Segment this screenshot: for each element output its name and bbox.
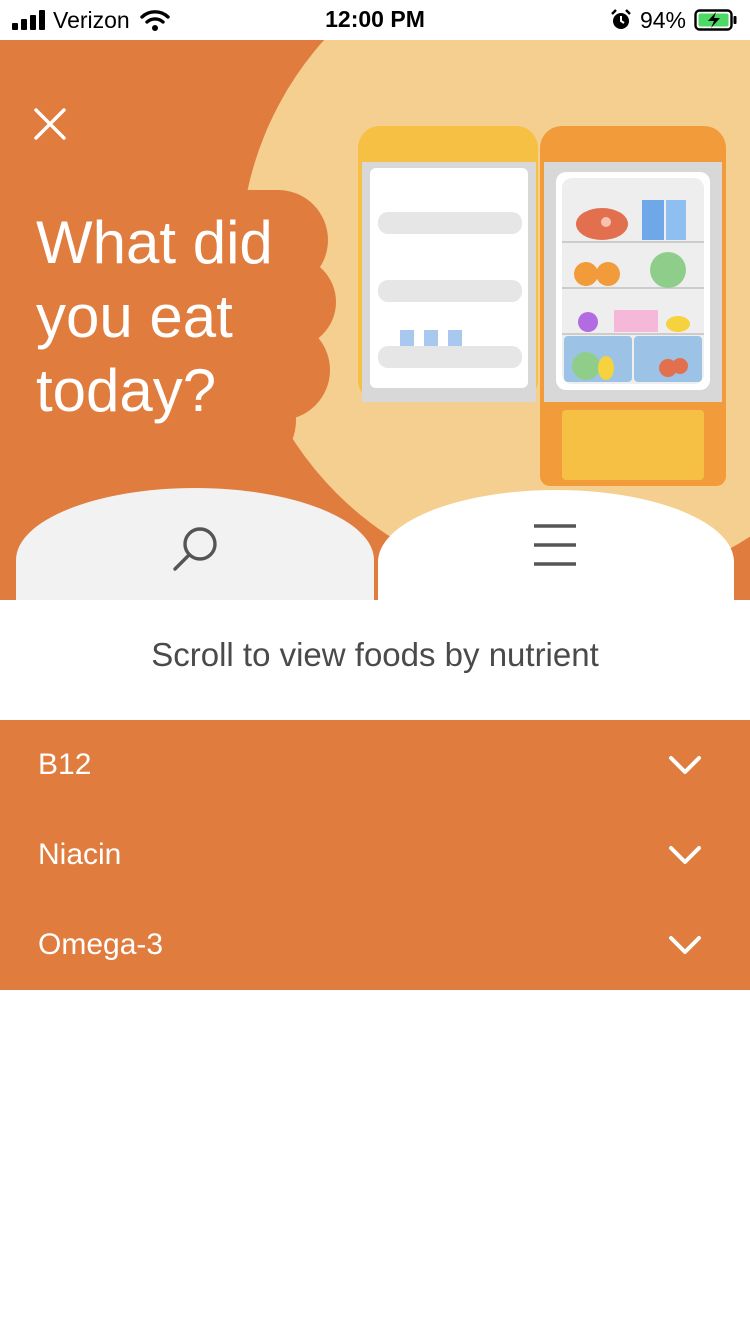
alarm-icon <box>611 9 631 29</box>
close-icon <box>34 108 66 140</box>
chevron-down-icon <box>669 846 701 864</box>
close-button[interactable] <box>28 102 72 146</box>
nutrient-item-niacin[interactable]: Niacin <box>0 810 750 900</box>
hero-banner: What did you eat today? <box>0 40 750 600</box>
status-right: 94% <box>610 6 738 34</box>
search-icon <box>173 527 217 571</box>
battery-charging-icon <box>694 9 737 31</box>
nutrient-list: B12 Niacin Omega-3 <box>0 720 750 990</box>
nutrient-label: Niacin <box>38 838 122 871</box>
nutrient-item-b12[interactable]: B12 <box>0 720 750 810</box>
instruction-text: Scroll to view foods by nutrient <box>151 636 599 673</box>
page-title: What did you eat today? <box>36 209 273 424</box>
nutrient-label: B12 <box>38 748 92 781</box>
battery-percentage: 94% <box>639 6 686 33</box>
nutrient-label: Omega-3 <box>38 928 164 961</box>
chevron-down-icon <box>669 756 701 774</box>
status-bar: Verizon 12:00 PM 94% <box>0 0 750 40</box>
chevron-down-icon <box>669 936 701 954</box>
nutrient-item-omega-3[interactable]: Omega-3 <box>0 900 750 990</box>
menu-icon <box>534 524 576 566</box>
